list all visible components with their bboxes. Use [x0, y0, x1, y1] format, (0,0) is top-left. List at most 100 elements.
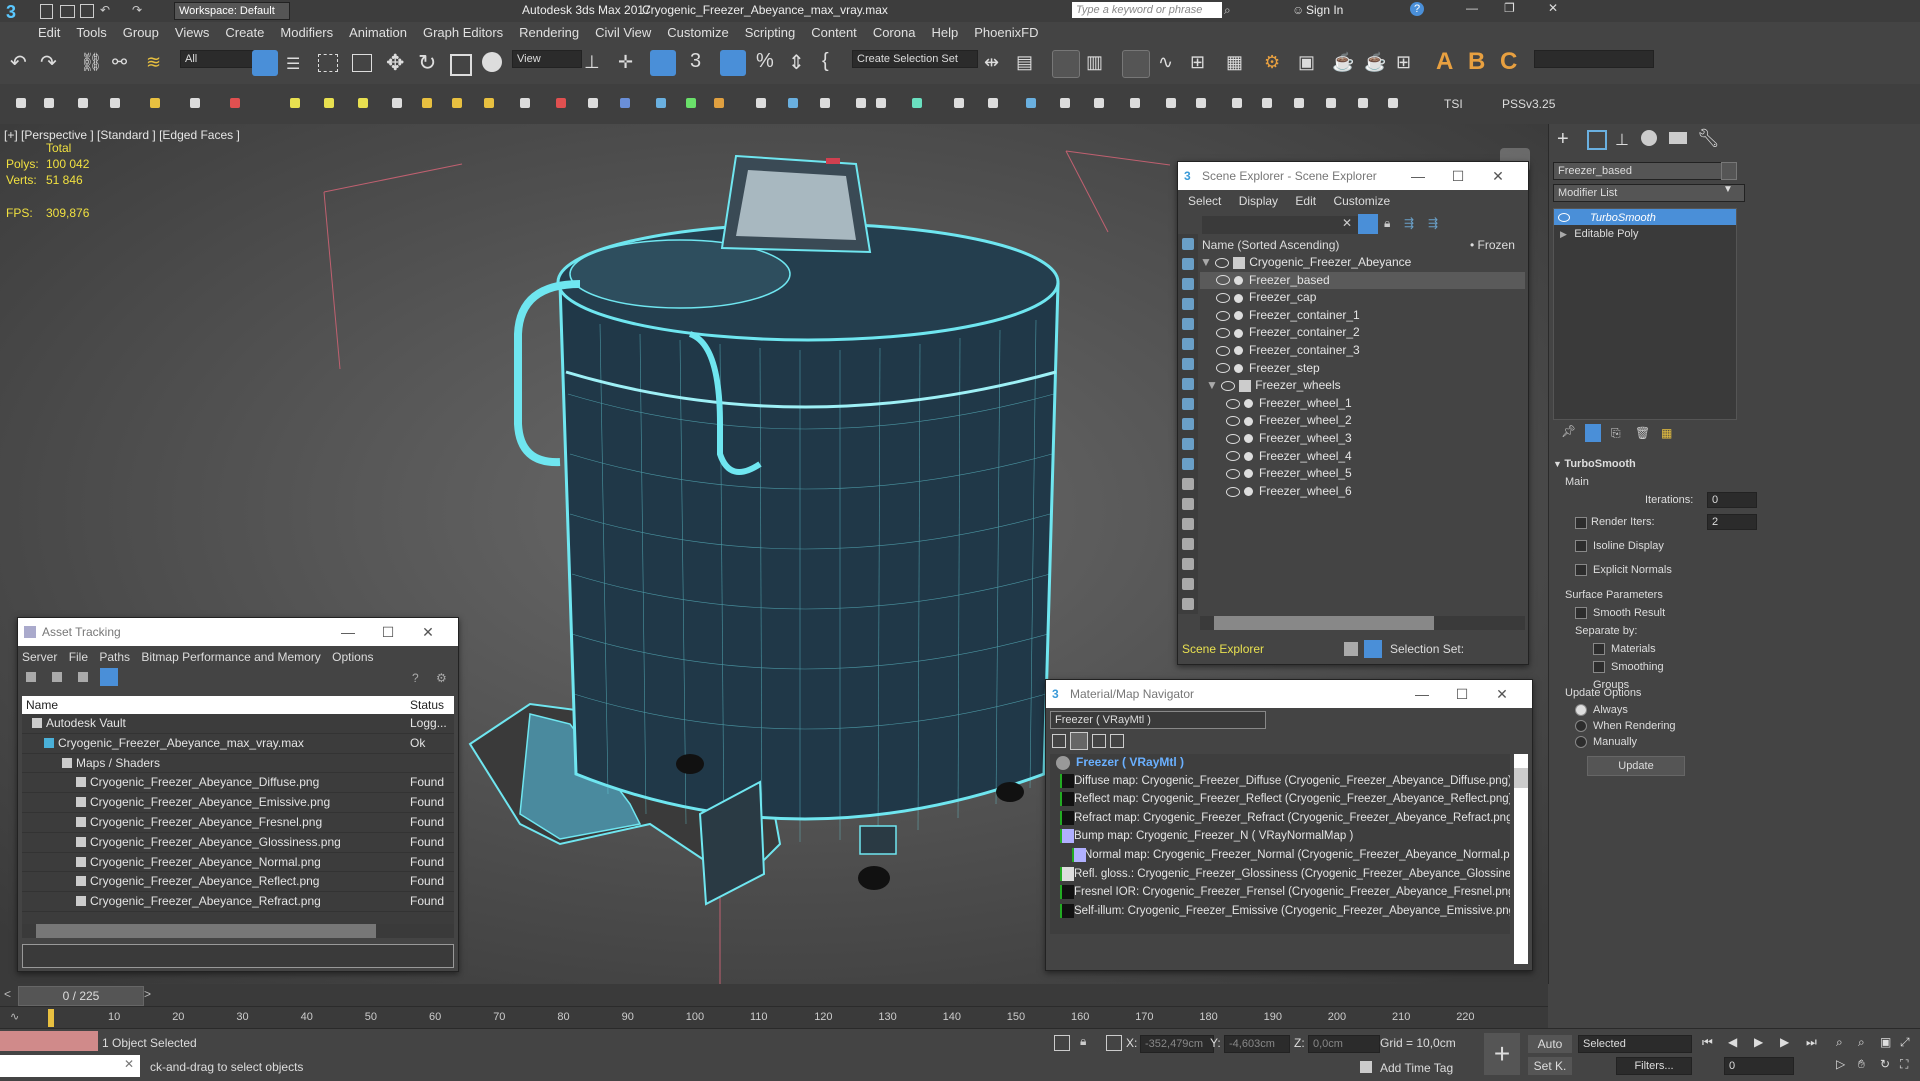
stack-item-turbosmooth[interactable]: TurboSmooth [1554, 209, 1736, 225]
tool-27-icon[interactable] [912, 98, 922, 108]
pan-view-icon[interactable]: ✋︎ [1858, 1057, 1865, 1072]
material-map-item[interactable]: Refl. gloss.: Cryogenic_Freezer_Glossine… [1050, 865, 1510, 884]
se-filter-5-icon[interactable] [1182, 318, 1194, 330]
iterations-spinner[interactable]: 0 [1707, 492, 1757, 508]
time-slider-thumb[interactable]: 0 / 225 [18, 986, 144, 1006]
at-table-row[interactable]: Autodesk Vault Logg... [22, 714, 454, 734]
tool-18-icon[interactable] [620, 98, 630, 108]
angle-snap-icon[interactable] [720, 50, 746, 76]
tool-19-icon[interactable] [656, 98, 666, 108]
tool-24-icon[interactable] [820, 98, 830, 108]
tool-3-icon[interactable] [78, 98, 88, 108]
menu-help[interactable]: Help [923, 22, 966, 44]
tree-item-freezer-wheels[interactable]: ▼ Freezer_wheels [1200, 377, 1525, 395]
absolute-mode-icon[interactable] [1106, 1035, 1122, 1051]
pin-stack-icon[interactable]: 📌︎ [1561, 424, 1576, 438]
eye-icon[interactable] [1226, 433, 1240, 444]
orbit-icon[interactable]: ↻ [1880, 1057, 1890, 1071]
tree-item-freezer-wheel-3[interactable]: Freezer_wheel_3 [1200, 430, 1525, 448]
eye-icon[interactable] [1221, 380, 1236, 391]
tool-26-icon[interactable] [876, 98, 886, 108]
restore-window-button[interactable]: ❐ [1504, 1, 1515, 15]
sign-in-link[interactable]: Sign In [1306, 3, 1343, 17]
tool-21-icon[interactable] [714, 98, 724, 108]
material-name-field[interactable]: Freezer ( VRayMtl ) [1050, 711, 1266, 729]
select-manipulate-icon[interactable]: ✛ [618, 52, 633, 73]
tool-2-icon[interactable] [44, 98, 54, 108]
toggle-ribbon-icon[interactable] [1122, 50, 1150, 78]
rendered-frame-window-icon[interactable]: ▣ [1298, 52, 1315, 73]
tool-37-icon[interactable] [1262, 98, 1272, 108]
menu-edit[interactable]: Edit [30, 22, 68, 44]
tool-36-icon[interactable] [1232, 98, 1242, 108]
tree-item-freezer-wheel-1[interactable]: Freezer_wheel_1 [1200, 395, 1525, 413]
tree-item-freezer-wheel-2[interactable]: Freezer_wheel_2 [1200, 412, 1525, 430]
at-table-row[interactable]: Cryogenic_Freezer_Abeyance_Diffuse.png Fo… [22, 773, 454, 794]
se-col-frozen[interactable]: • Frozen [1470, 236, 1515, 254]
tool-28-icon[interactable] [954, 98, 964, 108]
tool-16-icon[interactable] [556, 98, 566, 108]
maximize-icon[interactable]: ☐ [1438, 162, 1478, 190]
se-filter-15-icon[interactable] [1182, 518, 1194, 530]
smooth-result-checkbox[interactable] [1575, 607, 1587, 620]
configure-sets-icon[interactable]: ▦ [1661, 426, 1672, 440]
workspace-dropdown[interactable]: Workspace: Default [174, 2, 290, 20]
tree-item-freezer-cap[interactable]: Freezer_cap [1200, 289, 1525, 307]
se-filter-10-icon[interactable] [1182, 418, 1194, 430]
small-icons-view-icon[interactable] [1092, 734, 1106, 748]
keyboard-shortcut-override-icon[interactable] [650, 50, 676, 76]
motion-tab-icon[interactable] [1641, 130, 1657, 146]
modify-tab-icon[interactable] [1587, 130, 1607, 150]
tool-31-icon[interactable] [1060, 98, 1070, 108]
material-map-item[interactable]: Fresnel IOR: Cryogenic_Freezer_Frensel (… [1050, 883, 1510, 902]
new-file-icon[interactable] [40, 4, 53, 19]
at-view-3-icon[interactable] [78, 672, 88, 682]
isoline-checkbox[interactable] [1575, 540, 1587, 553]
menu-graph-editors[interactable]: Graph Editors [415, 22, 511, 44]
make-unique-icon[interactable]: ⎘ [1611, 426, 1621, 441]
eye-icon[interactable] [1216, 310, 1230, 321]
app-logo-icon[interactable]: 3 [6, 2, 28, 22]
tool-9-icon[interactable] [324, 98, 334, 108]
material-map-item[interactable]: Reflect map: Cryogenic_Freezer_Reflect (… [1050, 790, 1510, 809]
tool-30-icon[interactable] [1026, 98, 1036, 108]
at-view-1-icon[interactable] [26, 672, 36, 682]
current-frame-field[interactable]: 0 [1724, 1057, 1794, 1075]
undo-icon[interactable]: ↶ [10, 50, 27, 75]
tool-12-icon[interactable] [422, 98, 432, 108]
text-a-icon[interactable]: A [1436, 48, 1453, 76]
materials-checkbox[interactable] [1593, 643, 1605, 656]
tool-32-icon[interactable] [1094, 98, 1104, 108]
named-selection-set-dropdown[interactable]: Create Selection Set [852, 50, 978, 68]
y-coordinate-field[interactable]: -4,603cm [1224, 1035, 1290, 1053]
eye-icon[interactable] [1226, 486, 1240, 497]
eye-icon[interactable] [1216, 363, 1230, 374]
rotate-icon[interactable]: ↻ [418, 50, 436, 76]
eye-icon[interactable] [1216, 293, 1230, 304]
se-menu-edit[interactable]: Edit [1295, 194, 1316, 208]
eye-icon[interactable] [1226, 451, 1240, 462]
se-filter-13-icon[interactable] [1182, 478, 1194, 490]
render-production-icon[interactable]: ☕ [1332, 52, 1354, 73]
eye-icon[interactable] [1216, 345, 1230, 356]
tool-10-icon[interactable] [358, 98, 368, 108]
tool-13-icon[interactable] [452, 98, 462, 108]
se-horizontal-scrollbar[interactable] [1200, 616, 1525, 630]
menu-customize[interactable]: Customize [659, 22, 736, 44]
asset-tracking-titlebar[interactable]: Asset Tracking — ☐ ✕ [18, 618, 458, 646]
zoom-all-icon[interactable]: ⌕ [1858, 1035, 1865, 1050]
maxscript-listener[interactable] [0, 1031, 98, 1051]
material-map-item[interactable]: Diffuse map: Cryogenic_Freezer_Diffuse (… [1050, 772, 1510, 791]
at-table-row[interactable]: Cryogenic_Freezer_Abeyance_Refract.png Fo… [22, 892, 454, 912]
tool-5-icon[interactable] [150, 98, 160, 108]
material-root[interactable]: Freezer ( VRayMtl ) [1050, 754, 1510, 772]
hierarchy-tab-icon[interactable]: ⊥ [1615, 130, 1629, 150]
expand-icon[interactable]: ▶ [1554, 229, 1567, 239]
se-filter-icon[interactable] [1358, 214, 1378, 234]
material-map-item[interactable]: Bump map: Cryogenic_Freezer_N ( VRayNorm… [1050, 827, 1510, 846]
at-table-row[interactable]: Cryogenic_Freezer_Abeyance_Normal.png Fou… [22, 853, 454, 873]
go-to-start-icon[interactable]: ⏮ [1702, 1035, 1713, 1050]
close-icon[interactable]: ✕ [124, 1057, 134, 1071]
close-icon[interactable]: ✕ [408, 618, 448, 646]
se-menu-display[interactable]: Display [1239, 194, 1278, 208]
